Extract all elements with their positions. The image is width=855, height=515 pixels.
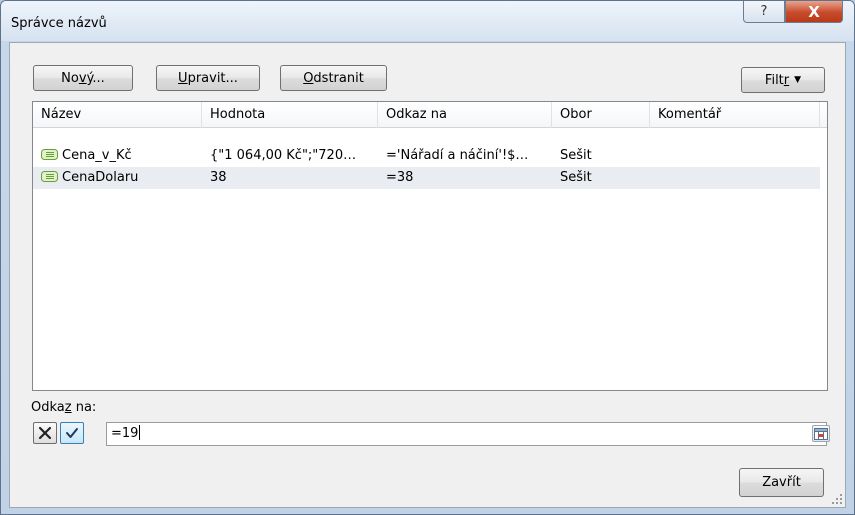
row-comment [650,167,820,189]
refers-to-value: =19 [111,426,139,441]
row-name: Cena_v_Kč [62,148,132,163]
list-row[interactable]: Cena_v_Kč {"1 064,00 Kč";"720… ='Nářadí … [33,145,820,167]
column-header-refers-to[interactable]: Odkaz na [378,102,552,128]
edit-button-label: pravit... [187,70,238,86]
row-scope: Sešit [560,170,592,185]
cross-icon [38,426,52,440]
new-button-label-part: No [61,70,79,86]
column-header-comment[interactable]: Komentář [650,102,820,128]
row-scope: Sešit [560,148,592,163]
window-close-button[interactable]: X [785,1,843,23]
delete-button-accesskey: O [303,70,314,86]
column-header-scope[interactable]: Obor [552,102,650,128]
dropdown-arrow-icon: ▼ [794,75,802,85]
refers-to-label-part: Odka [31,400,65,415]
refers-to-label: Odkaz na: [31,400,96,415]
window-title: Správce názvů [11,16,107,31]
row-value: 38 [210,170,227,185]
row-name: CenaDolaru [62,170,139,185]
column-header-name[interactable]: Název [33,102,202,128]
check-icon [66,428,78,438]
list-header: Název Hodnota Odkaz na Obor Komentář [33,102,827,128]
name-manager-window: Správce názvů ? X No v ý... Upravit... Ods… [0,0,855,515]
names-list[interactable]: Název Hodnota Odkaz na Obor Komentář Cen… [32,101,828,391]
refers-to-accesskey: z [64,400,72,415]
new-button-accesskey: v [78,70,87,86]
filter-button-accesskey: r [783,72,790,88]
delete-button-label: dstranit [313,70,364,86]
name-tag-icon [41,171,58,182]
confirm-edit-button[interactable] [60,422,84,444]
row-refers-to: ='Nářadí a náčiní'!$… [386,148,529,163]
question-icon: ? [760,4,768,19]
filter-button[interactable]: Filt r ▼ [741,67,825,93]
row-comment [650,145,820,167]
new-button[interactable]: No v ý... [33,65,133,91]
edit-button[interactable]: Upravit... [156,65,260,91]
edit-button-accesskey: U [178,70,188,86]
help-button[interactable]: ? [743,1,785,23]
row-refers-to: =38 [386,170,414,185]
name-tag-icon [41,149,58,160]
filter-button-label: Filt [764,72,784,88]
delete-button[interactable]: Odstranit [280,65,387,91]
cancel-edit-button[interactable] [33,422,57,444]
dialog-client-area: No v ý... Upravit... Odstranit Filt r ▼ Náz… [9,42,846,508]
row-name-cell: Cena_v_Kč [33,145,202,167]
new-button-label-rest: ý... [86,70,105,86]
resize-grip-icon[interactable] [831,493,843,505]
column-header-filler [820,102,829,128]
text-caret [139,425,141,440]
title-bar[interactable]: Správce názvů ? X [1,1,854,41]
refers-to-input[interactable]: =19 [106,422,827,446]
list-row-selected[interactable]: CenaDolaru 38 =38 Sešit [33,167,820,189]
collapse-dialog-button[interactable] [812,425,830,442]
column-header-value[interactable]: Hodnota [202,102,378,128]
row-name-cell: CenaDolaru [33,167,202,189]
refers-to-label-rest: na: [71,400,97,415]
close-icon: X [808,2,820,21]
range-select-icon [814,427,828,440]
row-value: {"1 064,00 Kč";"720… [210,148,357,163]
close-button[interactable]: Zavřít [739,468,824,497]
